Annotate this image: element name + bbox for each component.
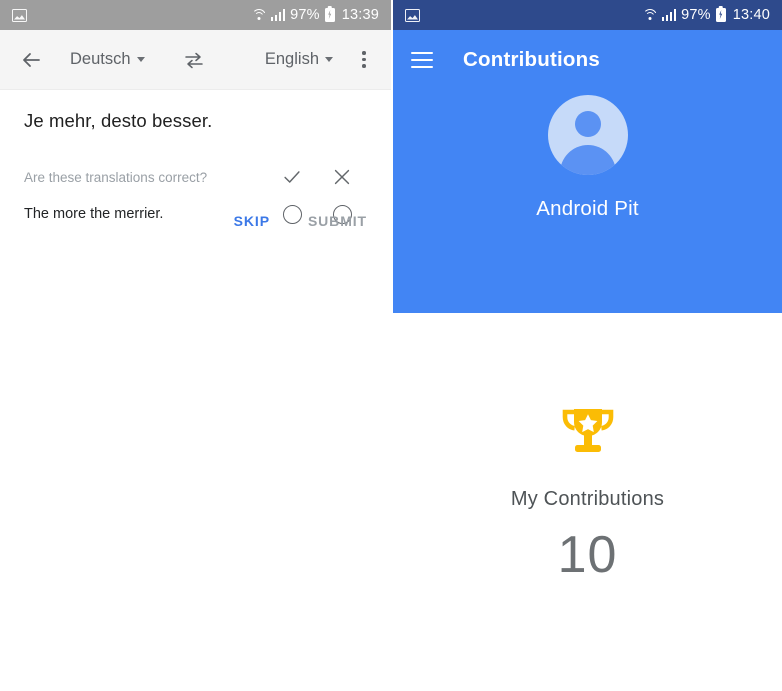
trophy-icon bbox=[558, 405, 618, 468]
battery-charging-icon bbox=[715, 8, 726, 22]
submit-button[interactable]: SUBMIT bbox=[308, 213, 367, 229]
action-buttons-row: SKIP SUBMIT bbox=[0, 213, 391, 229]
status-bar-right-right-icons: 97% 13:40 bbox=[643, 7, 770, 23]
user-avatar-icon[interactable] bbox=[547, 95, 628, 175]
translate-card-body: Deutsch English Je mehr, desto besser. A… bbox=[0, 30, 391, 313]
app-bar-title: Contributions bbox=[463, 48, 600, 71]
signal-bars-icon bbox=[271, 9, 286, 21]
image-icon bbox=[405, 8, 420, 22]
status-bar-right-left-icons bbox=[405, 8, 420, 22]
profile-name: Android Pit bbox=[536, 197, 639, 220]
source-phrase: Je mehr, desto besser. bbox=[24, 110, 213, 131]
target-language-label: English bbox=[264, 50, 319, 68]
contributions-header-area: Contributions Android Pit bbox=[393, 30, 782, 313]
signal-bars-icon bbox=[662, 9, 677, 21]
status-bar-right: 97% 13:40 bbox=[393, 0, 782, 30]
contributions-screen: 97% 13:40 Contributions Android Pit bbox=[393, 0, 782, 313]
skip-button[interactable]: SKIP bbox=[234, 213, 270, 229]
question-row: Are these translations correct? bbox=[0, 160, 391, 194]
google-translate-community-screen: 97% 13:39 Deutsch English Je mehr, desto… bbox=[0, 0, 391, 313]
battery-percent-label: 97% bbox=[290, 7, 320, 23]
avatar-head-shape bbox=[574, 111, 601, 137]
source-language-selector[interactable]: Deutsch bbox=[70, 50, 145, 69]
contributions-label: My Contributions bbox=[510, 488, 665, 510]
my-contributions-section: My Contributions 10 bbox=[393, 313, 782, 691]
battery-charging-icon bbox=[324, 8, 335, 22]
translate-toolbar: Deutsch English bbox=[0, 30, 391, 90]
profile-block: Android Pit bbox=[393, 95, 782, 221]
check-icon bbox=[267, 166, 317, 188]
avatar-body-shape bbox=[559, 145, 616, 175]
back-arrow-icon[interactable] bbox=[14, 43, 48, 77]
status-bar-clock: 13:40 bbox=[732, 7, 770, 23]
status-bar-left: 97% 13:39 bbox=[0, 0, 391, 30]
question-label: Are these translations correct? bbox=[24, 169, 208, 185]
swap-languages-icon[interactable] bbox=[183, 50, 205, 70]
status-bar-right-icons: 97% 13:39 bbox=[252, 7, 379, 23]
overflow-menu-icon[interactable] bbox=[353, 50, 375, 69]
contributions-count: 10 bbox=[557, 526, 618, 584]
wifi-icon bbox=[252, 9, 267, 21]
app-bar: Contributions bbox=[393, 30, 782, 90]
close-x-icon bbox=[317, 166, 367, 188]
chevron-down-icon bbox=[325, 57, 333, 62]
hamburger-menu-icon[interactable] bbox=[411, 51, 433, 69]
source-language-label: Deutsch bbox=[70, 50, 131, 68]
wifi-icon bbox=[643, 9, 658, 21]
status-bar-left-icons bbox=[12, 8, 27, 22]
target-language-selector[interactable]: English bbox=[265, 50, 333, 69]
chevron-down-icon bbox=[136, 57, 145, 62]
battery-percent-label: 97% bbox=[681, 7, 711, 23]
image-icon bbox=[12, 8, 27, 22]
status-bar-clock: 13:39 bbox=[341, 7, 379, 23]
